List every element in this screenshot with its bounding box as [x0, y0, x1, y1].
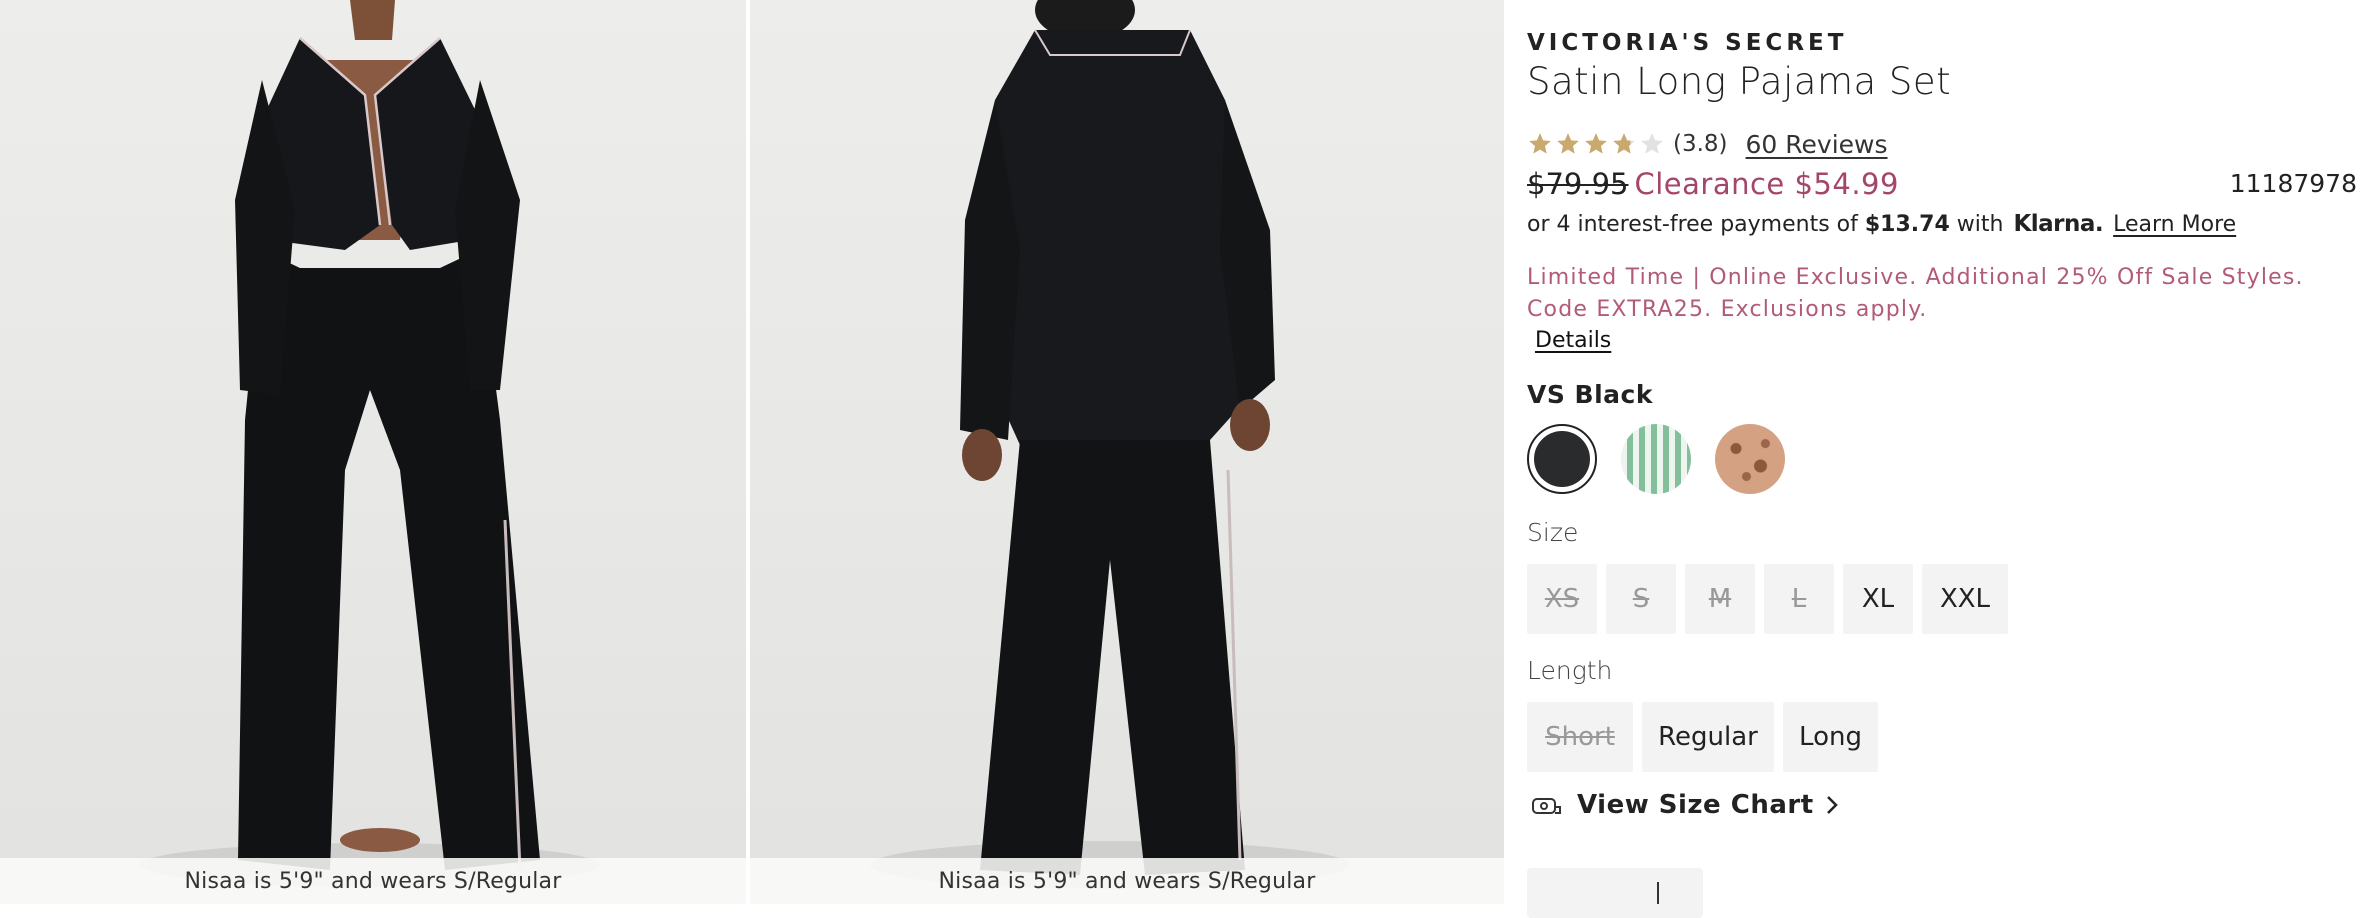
product-image-back[interactable]: Nisaa is 5'9" and wears S/Regular	[750, 0, 1504, 904]
product-sku: 11187978	[2229, 169, 2357, 198]
size-option[interactable]: XS	[1527, 564, 1597, 634]
star-icon	[1529, 133, 1551, 154]
klarna-logo: Klarna.	[2013, 211, 2104, 237]
size-option[interactable]: S	[1606, 564, 1676, 634]
klarna-middle: with	[1949, 211, 2004, 237]
swatch-green-stripe[interactable]	[1621, 424, 1691, 494]
measuring-tape-icon	[1532, 798, 1561, 814]
klarna-financing: or 4 interest-free payments of $13.74 wi…	[1527, 208, 2236, 240]
size-option[interactable]: M	[1685, 564, 1755, 634]
view-size-chart-link[interactable]: View Size Chart	[1531, 790, 1854, 820]
product-gallery: Nisaa is 5'9" and wears S/Regular Nisaa …	[0, 0, 1504, 904]
size-chart-label: View Size Chart	[1577, 790, 1814, 820]
product-details-panel: VICTORIA'S SECRET Satin Long Pajama Set …	[1527, 0, 2357, 918]
image-caption: Nisaa is 5'9" and wears S/Regular	[750, 858, 1504, 904]
rating-value: (3.8)	[1673, 131, 1728, 157]
selected-color-label: VS Black	[1527, 380, 1653, 409]
price-row: $79.95 Clearance $54.99	[1527, 162, 1899, 206]
chevron-right-icon	[1826, 796, 1838, 814]
product-image-front[interactable]: Nisaa is 5'9" and wears S/Regular	[0, 0, 746, 904]
rating-row: (3.8) 60 Reviews	[1527, 124, 1888, 164]
plus-icon	[1657, 882, 1659, 904]
color-swatches	[1527, 424, 1785, 494]
star-icon	[1557, 133, 1579, 154]
length-option[interactable]: Long	[1783, 702, 1878, 772]
brand-name[interactable]: VICTORIA'S SECRET	[1527, 30, 1847, 56]
sale-price: Clearance $54.99	[1634, 167, 1899, 201]
swatch-color	[1621, 424, 1691, 494]
star-rating[interactable]	[1527, 131, 1665, 157]
star-icon	[1613, 133, 1635, 154]
length-option[interactable]: Short	[1527, 702, 1633, 772]
size-option[interactable]: L	[1764, 564, 1834, 634]
reviews-link[interactable]: 60 Reviews	[1746, 130, 1888, 159]
swatch-leopard[interactable]	[1715, 424, 1785, 494]
size-label: Size	[1527, 518, 1579, 547]
klarna-prefix: or 4 interest-free payments of	[1527, 211, 1865, 237]
quantity-stepper[interactable]	[1527, 868, 1703, 918]
learn-more-link[interactable]: Learn More	[2113, 212, 2236, 237]
length-label: Length	[1527, 656, 1613, 685]
star-icon	[1585, 133, 1607, 154]
original-price: $79.95	[1527, 167, 1629, 201]
klarna-amount: $13.74	[1864, 211, 1950, 237]
star-empty-icon	[1641, 133, 1663, 154]
swatch-color	[1715, 424, 1785, 494]
image-caption: Nisaa is 5'9" and wears S/Regular	[0, 858, 746, 904]
promo-message: Limited Time | Online Exclusive. Additio…	[1527, 265, 2304, 322]
size-option[interactable]: XL	[1843, 564, 1913, 634]
product-title: Satin Long Pajama Set	[1527, 60, 1952, 103]
swatch-vs-black[interactable]	[1527, 424, 1597, 494]
promo-details-link[interactable]: Details	[1535, 328, 1611, 353]
length-options: Short Regular Long	[1527, 702, 1878, 772]
swatch-color	[1534, 431, 1590, 487]
size-option[interactable]: XXL	[1922, 564, 2008, 634]
length-option[interactable]: Regular	[1642, 702, 1774, 772]
size-options: XS S M L XL XXL	[1527, 564, 2008, 634]
